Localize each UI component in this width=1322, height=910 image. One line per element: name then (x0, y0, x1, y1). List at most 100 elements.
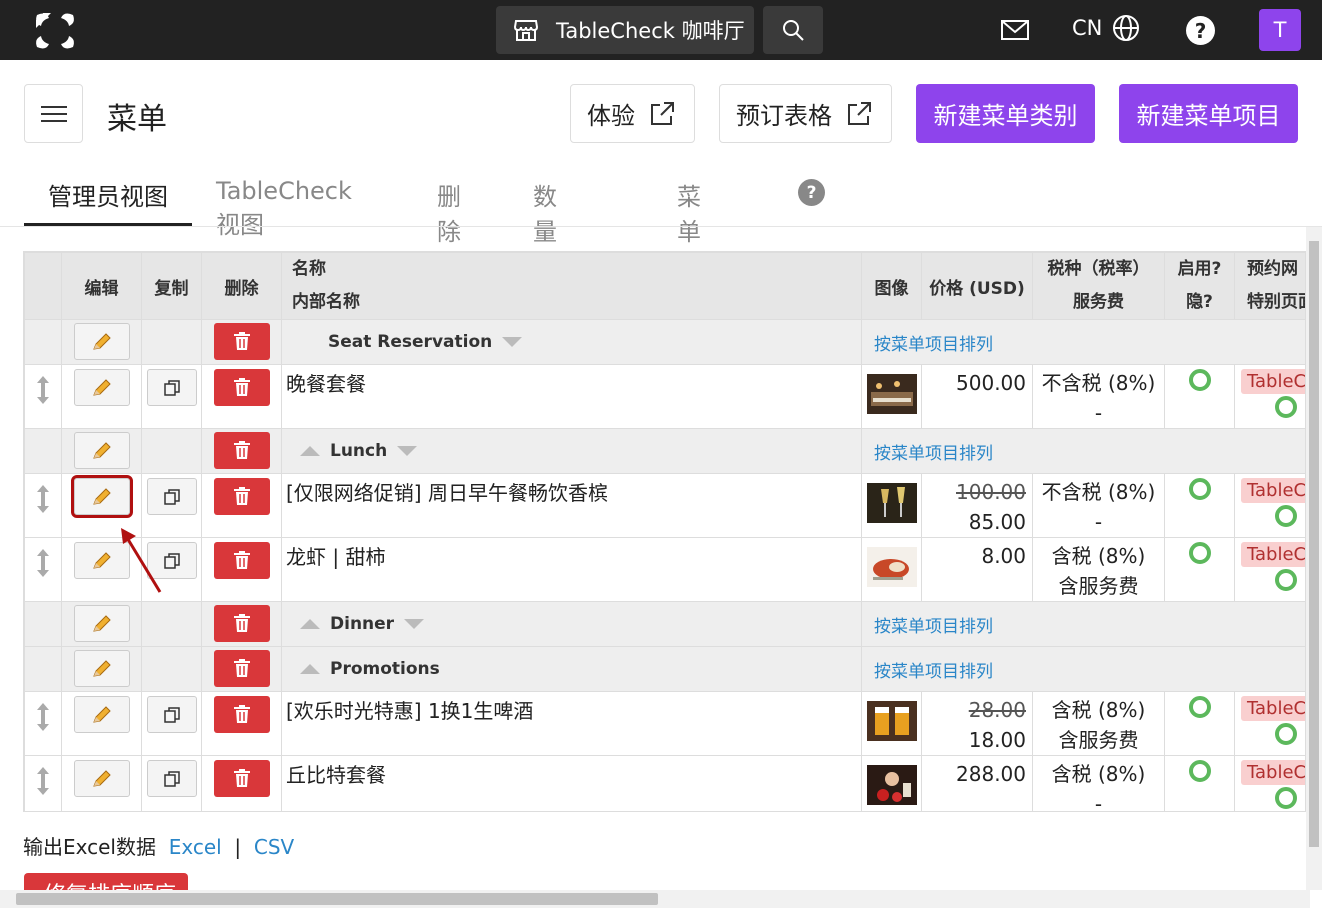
delete-button[interactable] (213, 760, 270, 797)
sort-by-item-link[interactable]: 按菜单项目排列 (863, 617, 993, 637)
item-image[interactable] (866, 765, 917, 805)
edit-button[interactable] (73, 760, 130, 797)
sort-by-item-link[interactable]: 按菜单项目排列 (863, 335, 993, 355)
booking-form-button[interactable]: 预订表格 (719, 84, 892, 143)
drag-handle-icon[interactable] (36, 484, 50, 514)
tab-deleted[interactable]: 删除 (437, 164, 461, 246)
item-tax: 含税 (8%) (1051, 762, 1146, 786)
help-icon[interactable]: ? (1186, 16, 1215, 45)
sort-by-item-link[interactable]: 按菜单项目排列 (863, 662, 993, 682)
table-row: [仅限网络促销] 周日早午餐畅饮香槟 100.00 85.00 不含税 (8%) -… (24, 473, 1305, 538)
vertical-scrollbar[interactable] (1306, 227, 1322, 890)
item-price: 18.00 (968, 728, 1026, 752)
tab-quantity-limit[interactable]: 数量上限 (533, 164, 557, 316)
move-down-icon[interactable] (397, 446, 418, 456)
store-icon (514, 20, 538, 41)
enabled-status-icon[interactable] (1188, 542, 1211, 564)
edit-button[interactable] (73, 432, 130, 469)
item-image[interactable] (866, 374, 917, 414)
item-tax: 不含税 (8%) (1041, 480, 1156, 504)
move-down-icon[interactable] (404, 619, 425, 629)
move-up-icon[interactable] (300, 664, 320, 674)
horizontal-scrollbar[interactable] (0, 890, 1310, 908)
store-selector[interactable]: TableCheck 咖啡厅 (496, 6, 754, 54)
enabled-status-icon[interactable] (1188, 369, 1211, 391)
tablecheck-logo[interactable] (34, 11, 76, 51)
page-title: 菜单 (107, 102, 167, 137)
move-down-icon[interactable] (502, 337, 523, 347)
item-price: 85.00 (968, 510, 1026, 534)
edit-button[interactable] (73, 369, 130, 406)
delete-button[interactable] (213, 323, 270, 360)
item-price: 288.00 (956, 762, 1026, 786)
special-page-status-icon[interactable] (1275, 505, 1297, 527)
search-button[interactable] (763, 6, 823, 54)
copy-icon (163, 707, 180, 723)
annotation-arrow (121, 528, 162, 593)
drag-handle-icon[interactable] (36, 702, 50, 732)
delete-button[interactable] (213, 542, 270, 579)
item-name: [仅限网络促销] 周日早午餐畅饮香槟 (286, 481, 608, 505)
sort-by-item-link[interactable]: 按菜单项目排列 (863, 444, 993, 464)
copy-button[interactable] (146, 369, 197, 406)
move-up-icon[interactable] (300, 619, 320, 629)
mail-icon[interactable] (1000, 18, 1030, 42)
drag-handle-icon[interactable] (36, 548, 50, 578)
item-image[interactable] (866, 701, 917, 741)
edit-button[interactable] (73, 605, 130, 642)
edit-button[interactable] (73, 696, 130, 733)
menu-toggle-button[interactable] (24, 84, 83, 143)
enabled-status-icon[interactable] (1188, 478, 1211, 500)
drag-handle-icon[interactable] (36, 375, 50, 405)
delete-button[interactable] (213, 432, 270, 469)
export-excel-link[interactable]: Excel (169, 835, 222, 859)
move-up-icon[interactable] (300, 446, 320, 456)
edit-button[interactable] (70, 475, 133, 518)
item-price: 8.00 (981, 544, 1026, 568)
item-image[interactable] (866, 483, 917, 523)
special-page-status-icon[interactable] (1275, 723, 1297, 745)
pencil-icon (92, 706, 111, 723)
edit-button[interactable] (73, 323, 130, 360)
delete-button[interactable] (213, 605, 270, 642)
delete-button[interactable] (213, 696, 270, 733)
special-page-status-icon[interactable] (1275, 396, 1297, 418)
header-tax: 税种（税率） 服务费 (1032, 252, 1165, 320)
copy-button[interactable] (146, 478, 197, 515)
header-booking-web-label: 预约网 (1247, 259, 1298, 279)
table-row: 丘比特套餐 288.00 含税 (8%) - TableCh (24, 755, 1305, 811)
tab-menu-list[interactable]: 菜单列表 (677, 164, 701, 316)
special-page-status-icon[interactable] (1275, 787, 1297, 809)
pencil-icon (92, 660, 111, 677)
tab-tablecheck-view[interactable]: TableCheck视图 (216, 164, 352, 239)
header-service-label: 服务费 (1073, 292, 1124, 312)
copy-button[interactable] (146, 696, 197, 733)
copy-button[interactable] (146, 760, 197, 797)
drag-handle-icon[interactable] (36, 766, 50, 796)
search-icon (783, 20, 804, 41)
language-switcher[interactable]: CN (1072, 14, 1140, 42)
edit-button[interactable] (73, 650, 130, 687)
pencil-icon (92, 770, 111, 787)
delete-button[interactable] (213, 478, 270, 515)
delete-button[interactable] (213, 650, 270, 687)
enabled-status-icon[interactable] (1188, 696, 1211, 718)
export-csv-link[interactable]: CSV (254, 835, 294, 859)
new-item-button[interactable]: 新建菜单项目 (1119, 84, 1298, 143)
header-name: 名称 内部名称 (281, 252, 862, 320)
table-header-row: 编辑 复制 删除 名称 内部名称 图像 价格 (USD) 税种（税率） 服务费 … (24, 252, 1305, 320)
booking-web-badge: TableCh (1241, 696, 1305, 721)
experience-button[interactable]: 体验 (570, 84, 695, 143)
user-avatar[interactable]: T (1259, 9, 1301, 51)
item-price: 500.00 (956, 371, 1026, 395)
item-image[interactable] (866, 547, 917, 587)
globe-icon (1113, 15, 1140, 41)
special-page-status-icon[interactable] (1275, 569, 1297, 591)
tabs-help-icon[interactable]: ? (798, 179, 825, 206)
new-category-button[interactable]: 新建菜单类别 (916, 84, 1095, 143)
tab-admin-view[interactable]: 管理员视图 (24, 164, 192, 226)
enabled-status-icon[interactable] (1188, 760, 1211, 782)
delete-button[interactable] (213, 369, 270, 406)
top-navbar: TableCheck 咖啡厅 CN ? T (0, 0, 1322, 60)
trash-icon (233, 487, 250, 505)
